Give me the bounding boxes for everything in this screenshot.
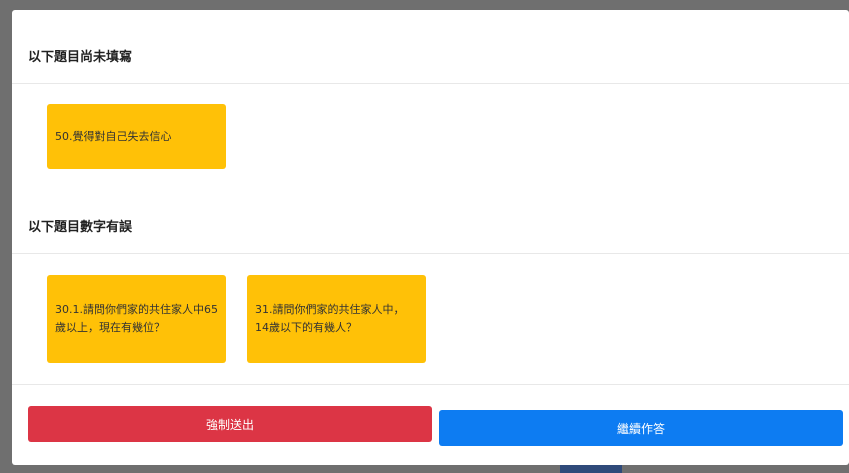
continue-answering-button[interactable]: 繼續作答 [439, 410, 843, 446]
question-card-label: 31.請問你們家的共住家人中，14歲以下的有幾人？ [255, 303, 405, 334]
validation-modal: 以下題目尚未填寫 50.覺得對自己失去信心 以下題目數字有誤 30.1.請問你們… [12, 10, 849, 465]
section-title-invalid: 以下題目數字有誤 [28, 220, 133, 235]
question-card-label: 50.覺得對自己失去信心 [55, 129, 172, 143]
divider [12, 253, 849, 254]
force-submit-button[interactable]: 強制送出 [28, 406, 432, 442]
question-card-invalid[interactable]: 30.1.請問你們家的共住家人中65歲以上，現在有幾位？ [47, 275, 226, 363]
question-card-invalid[interactable]: 31.請問你們家的共住家人中，14歲以下的有幾人？ [247, 275, 426, 363]
divider [12, 384, 849, 385]
question-card-label: 30.1.請問你們家的共住家人中65歲以上，現在有幾位？ [55, 303, 218, 334]
section-title-unanswered: 以下題目尚未填寫 [28, 50, 133, 65]
divider [12, 83, 849, 84]
question-card-unanswered[interactable]: 50.覺得對自己失去信心 [47, 104, 226, 169]
